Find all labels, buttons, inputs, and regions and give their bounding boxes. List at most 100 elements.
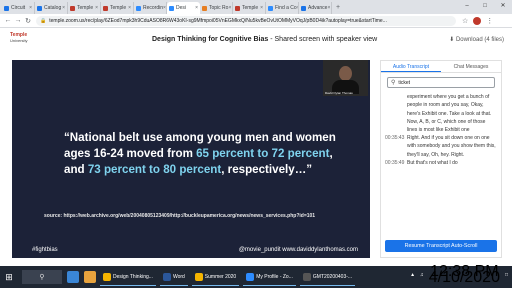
browser-tab[interactable]: Desi × <box>167 2 200 14</box>
page-header: Temple University Design Thinking for Co… <box>0 29 512 49</box>
browser-tab[interactable]: Temple × <box>233 2 266 14</box>
close-tab-icon[interactable]: × <box>128 5 131 11</box>
slide-hashtag: #fightbias <box>32 247 58 253</box>
close-tab-icon[interactable]: × <box>327 5 330 11</box>
tab-audio-transcript[interactable]: Audio Transcript <box>381 61 441 72</box>
url-field[interactable]: 🔒 temple.zoom.us/rec/play/6ZEod7mpk3h9Cd… <box>36 15 456 26</box>
browser-tab[interactable]: Circuit × <box>2 2 35 14</box>
resume-autoscroll-button[interactable]: Resume Transcript Auto-Scroll <box>385 240 497 252</box>
browser-tab[interactable]: Catalog × <box>35 2 68 14</box>
close-tab-icon[interactable]: × <box>62 5 65 11</box>
close-tab-icon[interactable]: × <box>195 5 198 11</box>
taskbar-search-icon[interactable]: ⚲ <box>22 270 62 284</box>
browser-tab-strip: Circuit × Catalog × Temple × Temple × Recordin × D… <box>0 0 512 14</box>
reload-icon[interactable]: ↻ <box>23 17 33 25</box>
windows-start-icon[interactable]: ⊞ <box>0 272 18 283</box>
favicon-icon <box>235 5 240 11</box>
forward-icon[interactable]: → <box>13 17 23 24</box>
close-tab-icon[interactable]: × <box>29 5 32 11</box>
transcript-entry[interactable]: 00:35:49 But that's not what I do <box>381 159 501 167</box>
taskbar-app[interactable]: Design Thinking... <box>100 268 156 286</box>
app-label: GMT20200403-... <box>312 273 353 280</box>
taskbar-app[interactable]: My Profile - Zo... <box>243 268 296 286</box>
panel-tabs: Audio Transcript Chat Messages <box>381 61 501 73</box>
speaker-video: David Dylan Thomas <box>323 60 368 96</box>
volume-icon[interactable]: ♫ <box>420 272 424 278</box>
app-label: Word <box>172 273 185 280</box>
favicon-icon <box>169 5 174 11</box>
notifications-icon[interactable]: □ <box>505 272 508 278</box>
video-player[interactable]: David Dylan Thomas “National belt use am… <box>12 60 370 258</box>
taskbar-apps: Design Thinking... Word Summer 2020 My Prof… <box>96 268 356 286</box>
transcript-entry[interactable]: 00:35:32And a great example of this is a… <box>381 91 501 134</box>
close-tab-icon[interactable]: × <box>228 5 231 11</box>
browser-tab[interactable]: Temple × <box>68 2 101 14</box>
entry-timestamp: 00:35:32 <box>385 91 407 134</box>
favicon-icon <box>301 5 306 11</box>
search-value: ticket <box>398 79 411 86</box>
quote-text-3: , respectively…” <box>221 163 313 176</box>
file-explorer-icon[interactable] <box>84 271 96 283</box>
favicon-icon <box>202 5 207 11</box>
network-icon[interactable]: ▲ <box>410 272 415 278</box>
back-icon[interactable]: ← <box>3 17 13 24</box>
search-icon: ⚲ <box>391 80 396 86</box>
transcript-entries[interactable]: 00:35:32And a great example of this is a… <box>381 91 501 239</box>
system-tray: ▲ ♫ 12:38 PM 4/10/2020 □ <box>410 264 508 286</box>
lock-icon: 🔒 <box>40 17 47 24</box>
recording-title: Design Thinking for Cognitive Bias <box>152 36 269 43</box>
taskbar-app[interactable]: GMT20200403-... <box>299 268 356 286</box>
logo-subtitle: University <box>10 38 28 43</box>
browser-tab[interactable]: Temple × <box>101 2 134 14</box>
close-window-button[interactable]: ✕ <box>494 0 512 12</box>
close-tab-icon[interactable]: × <box>260 5 263 11</box>
transcript-entry[interactable]: 00:35:43 Right. And if you sit down one o… <box>381 134 501 159</box>
entry-timestamp: 00:35:49 <box>385 159 405 166</box>
browser-actions: ☆ ⋮ <box>462 16 493 25</box>
quote-highlight-1: 65 percent to 72 percent <box>196 147 330 160</box>
taskbar-app[interactable]: Word <box>159 268 188 286</box>
window-controls: – □ ✕ <box>458 0 512 12</box>
clock-date: 4/10/2020 <box>428 269 500 286</box>
tab-label: Circuit <box>11 5 26 11</box>
app-icon <box>302 272 311 281</box>
task-view-icon[interactable] <box>67 271 79 283</box>
download-button[interactable]: ⬇ Download (4 files) <box>449 36 504 43</box>
favicon-icon <box>37 5 42 11</box>
speaker-name: David Dylan Thomas <box>325 91 353 95</box>
tab-label: Recordin <box>143 5 164 11</box>
minimize-button[interactable]: – <box>458 0 476 12</box>
address-bar: ← → ↻ 🔒 temple.zoom.us/rec/play/6ZEod7mp… <box>0 14 512 28</box>
taskbar-app[interactable]: Summer 2020 <box>191 268 240 286</box>
tab-label: Temple <box>242 5 259 11</box>
app-icon <box>194 272 203 281</box>
entry-text: But that's not what I do <box>407 159 458 166</box>
tab-chat-messages[interactable]: Chat Messages <box>441 61 501 72</box>
speaker-head <box>339 66 352 81</box>
tab-label: Temple <box>110 5 127 11</box>
close-tab-icon[interactable]: × <box>163 5 166 11</box>
tab-label: Catalog <box>44 5 62 11</box>
app-label: My Profile - Zo... <box>256 273 293 280</box>
download-label: Download (4 files) <box>455 37 504 43</box>
tab-label: Temple <box>77 5 94 11</box>
favicon-icon <box>103 5 108 11</box>
browser-tab[interactable]: Recordin × <box>134 2 167 14</box>
profile-avatar[interactable] <box>473 16 482 25</box>
clock[interactable]: 12:38 PM 4/10/2020 <box>428 264 500 286</box>
app-icon <box>103 272 111 281</box>
tab-label: Find a Co <box>275 5 297 11</box>
new-tab-button[interactable]: + <box>332 2 344 14</box>
temple-logo[interactable]: Temple University <box>10 33 28 44</box>
maximize-button[interactable]: □ <box>476 0 494 12</box>
app-label: Design Thinking... <box>113 273 153 280</box>
entry-text: Right. And if you sit down one on one wi… <box>407 135 496 158</box>
star-icon[interactable]: ☆ <box>462 17 468 25</box>
browser-tab[interactable]: Find a Co× <box>266 2 299 14</box>
menu-icon[interactable]: ⋮ <box>486 17 493 25</box>
transcript-search-input[interactable]: ⚲ ticket <box>387 77 495 88</box>
close-tab-icon[interactable]: × <box>95 5 98 11</box>
slide-handles: @movie_pundit www.daviddylanthomas.com <box>238 247 358 253</box>
browser-tab[interactable]: Advance × <box>299 2 332 14</box>
browser-tab[interactable]: Topic Ro × <box>200 2 233 14</box>
